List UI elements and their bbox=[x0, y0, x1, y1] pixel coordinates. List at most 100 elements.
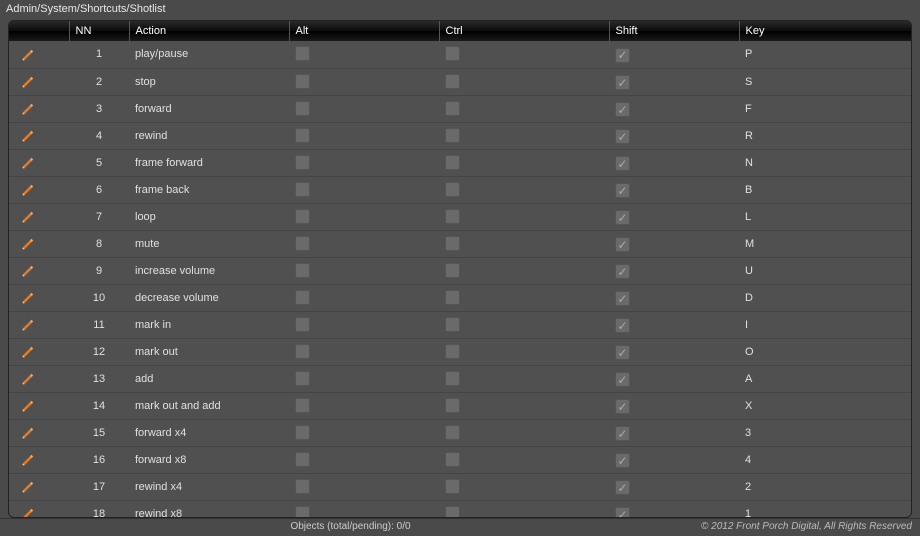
alt-checkbox[interactable] bbox=[295, 425, 310, 440]
table-row[interactable]: 5frame forwardN bbox=[9, 149, 911, 176]
alt-checkbox[interactable] bbox=[295, 479, 310, 494]
ctrl-checkbox[interactable] bbox=[445, 46, 460, 61]
shift-checkbox[interactable] bbox=[615, 345, 630, 360]
edit-icon[interactable] bbox=[21, 237, 35, 251]
table-row[interactable]: 17rewind x42 bbox=[9, 473, 911, 500]
shift-checkbox[interactable] bbox=[615, 453, 630, 468]
shift-checkbox[interactable] bbox=[615, 399, 630, 414]
table-row[interactable]: 2stopS bbox=[9, 68, 911, 95]
header-shift[interactable]: Shift bbox=[609, 21, 739, 41]
alt-checkbox[interactable] bbox=[295, 263, 310, 278]
table-row[interactable]: 16forward x84 bbox=[9, 446, 911, 473]
edit-icon[interactable] bbox=[21, 426, 35, 440]
shift-checkbox[interactable] bbox=[615, 291, 630, 306]
alt-checkbox[interactable] bbox=[295, 398, 310, 413]
edit-icon[interactable] bbox=[21, 318, 35, 332]
alt-checkbox[interactable] bbox=[295, 452, 310, 467]
table-row[interactable]: 4rewindR bbox=[9, 122, 911, 149]
header-edit[interactable] bbox=[9, 21, 69, 41]
shift-checkbox[interactable] bbox=[615, 156, 630, 171]
table-row[interactable]: 14mark out and addX bbox=[9, 392, 911, 419]
table-row[interactable]: 15forward x43 bbox=[9, 419, 911, 446]
edit-icon[interactable] bbox=[21, 210, 35, 224]
table-row[interactable]: 3forwardF bbox=[9, 95, 911, 122]
ctrl-checkbox[interactable] bbox=[445, 344, 460, 359]
shift-checkbox[interactable] bbox=[615, 210, 630, 225]
table-row[interactable]: 11mark inI bbox=[9, 311, 911, 338]
ctrl-checkbox[interactable] bbox=[445, 74, 460, 89]
shift-checkbox[interactable] bbox=[615, 318, 630, 333]
table-row[interactable]: 1play/pauseP bbox=[9, 41, 911, 68]
alt-checkbox[interactable] bbox=[295, 128, 310, 143]
shift-checkbox[interactable] bbox=[615, 264, 630, 279]
edit-icon[interactable] bbox=[21, 480, 35, 494]
ctrl-checkbox[interactable] bbox=[445, 182, 460, 197]
edit-icon[interactable] bbox=[21, 264, 35, 278]
edit-icon[interactable] bbox=[21, 372, 35, 386]
header-ctrl[interactable]: Ctrl bbox=[439, 21, 609, 41]
shift-checkbox[interactable] bbox=[615, 237, 630, 252]
ctrl-checkbox[interactable] bbox=[445, 398, 460, 413]
table-scroll[interactable]: 1play/pauseP 2stopS 3forwardF 4rewindR 5… bbox=[9, 41, 911, 517]
table-row[interactable]: 9increase volumeU bbox=[9, 257, 911, 284]
edit-icon[interactable] bbox=[21, 453, 35, 467]
edit-icon[interactable] bbox=[21, 102, 35, 116]
edit-icon[interactable] bbox=[21, 345, 35, 359]
ctrl-checkbox[interactable] bbox=[445, 452, 460, 467]
table-row[interactable]: 13addA bbox=[9, 365, 911, 392]
alt-checkbox[interactable] bbox=[295, 46, 310, 61]
ctrl-checkbox[interactable] bbox=[445, 317, 460, 332]
shift-checkbox[interactable] bbox=[615, 183, 630, 198]
edit-icon[interactable] bbox=[21, 156, 35, 170]
table-row[interactable]: 7loopL bbox=[9, 203, 911, 230]
shift-checkbox[interactable] bbox=[615, 372, 630, 387]
table-row[interactable]: 12mark outO bbox=[9, 338, 911, 365]
shift-checkbox[interactable] bbox=[615, 507, 630, 517]
edit-icon[interactable] bbox=[21, 399, 35, 413]
alt-checkbox[interactable] bbox=[295, 371, 310, 386]
header-nn[interactable]: NN bbox=[69, 21, 129, 41]
alt-checkbox[interactable] bbox=[295, 317, 310, 332]
ctrl-checkbox[interactable] bbox=[445, 506, 460, 518]
ctrl-checkbox[interactable] bbox=[445, 263, 460, 278]
ctrl-checkbox[interactable] bbox=[445, 425, 460, 440]
ctrl-checkbox[interactable] bbox=[445, 155, 460, 170]
alt-checkbox[interactable] bbox=[295, 155, 310, 170]
breadcrumb: Admin/System/Shortcuts/Shotlist bbox=[0, 0, 920, 20]
shift-checkbox[interactable] bbox=[615, 426, 630, 441]
shift-checkbox[interactable] bbox=[615, 48, 630, 63]
alt-checkbox[interactable] bbox=[295, 344, 310, 359]
ctrl-checkbox[interactable] bbox=[445, 128, 460, 143]
ctrl-checkbox[interactable] bbox=[445, 236, 460, 251]
alt-checkbox[interactable] bbox=[295, 290, 310, 305]
edit-icon[interactable] bbox=[21, 291, 35, 305]
ctrl-checkbox[interactable] bbox=[445, 371, 460, 386]
ctrl-checkbox[interactable] bbox=[445, 479, 460, 494]
ctrl-checkbox[interactable] bbox=[445, 209, 460, 224]
header-key[interactable]: Key bbox=[739, 21, 911, 41]
table-row[interactable]: 6frame backB bbox=[9, 176, 911, 203]
shift-checkbox[interactable] bbox=[615, 129, 630, 144]
shift-checkbox[interactable] bbox=[615, 480, 630, 495]
shift-checkbox[interactable] bbox=[615, 75, 630, 90]
table-row[interactable]: 18rewind x81 bbox=[9, 500, 911, 517]
edit-icon[interactable] bbox=[21, 48, 35, 62]
alt-checkbox[interactable] bbox=[295, 74, 310, 89]
table-row[interactable]: 10decrease volumeD bbox=[9, 284, 911, 311]
header-action[interactable]: Action bbox=[129, 21, 289, 41]
alt-checkbox[interactable] bbox=[295, 182, 310, 197]
edit-icon[interactable] bbox=[21, 129, 35, 143]
ctrl-checkbox[interactable] bbox=[445, 101, 460, 116]
ctrl-checkbox[interactable] bbox=[445, 290, 460, 305]
alt-checkbox[interactable] bbox=[295, 506, 310, 518]
edit-icon[interactable] bbox=[21, 183, 35, 197]
header-alt[interactable]: Alt bbox=[289, 21, 439, 41]
status-copyright: © 2012 Front Porch Digital, All Rights R… bbox=[701, 519, 920, 536]
alt-checkbox[interactable] bbox=[295, 209, 310, 224]
edit-icon[interactable] bbox=[21, 75, 35, 89]
alt-checkbox[interactable] bbox=[295, 236, 310, 251]
table-row[interactable]: 8muteM bbox=[9, 230, 911, 257]
alt-checkbox[interactable] bbox=[295, 101, 310, 116]
edit-icon[interactable] bbox=[21, 507, 35, 517]
shift-checkbox[interactable] bbox=[615, 102, 630, 117]
